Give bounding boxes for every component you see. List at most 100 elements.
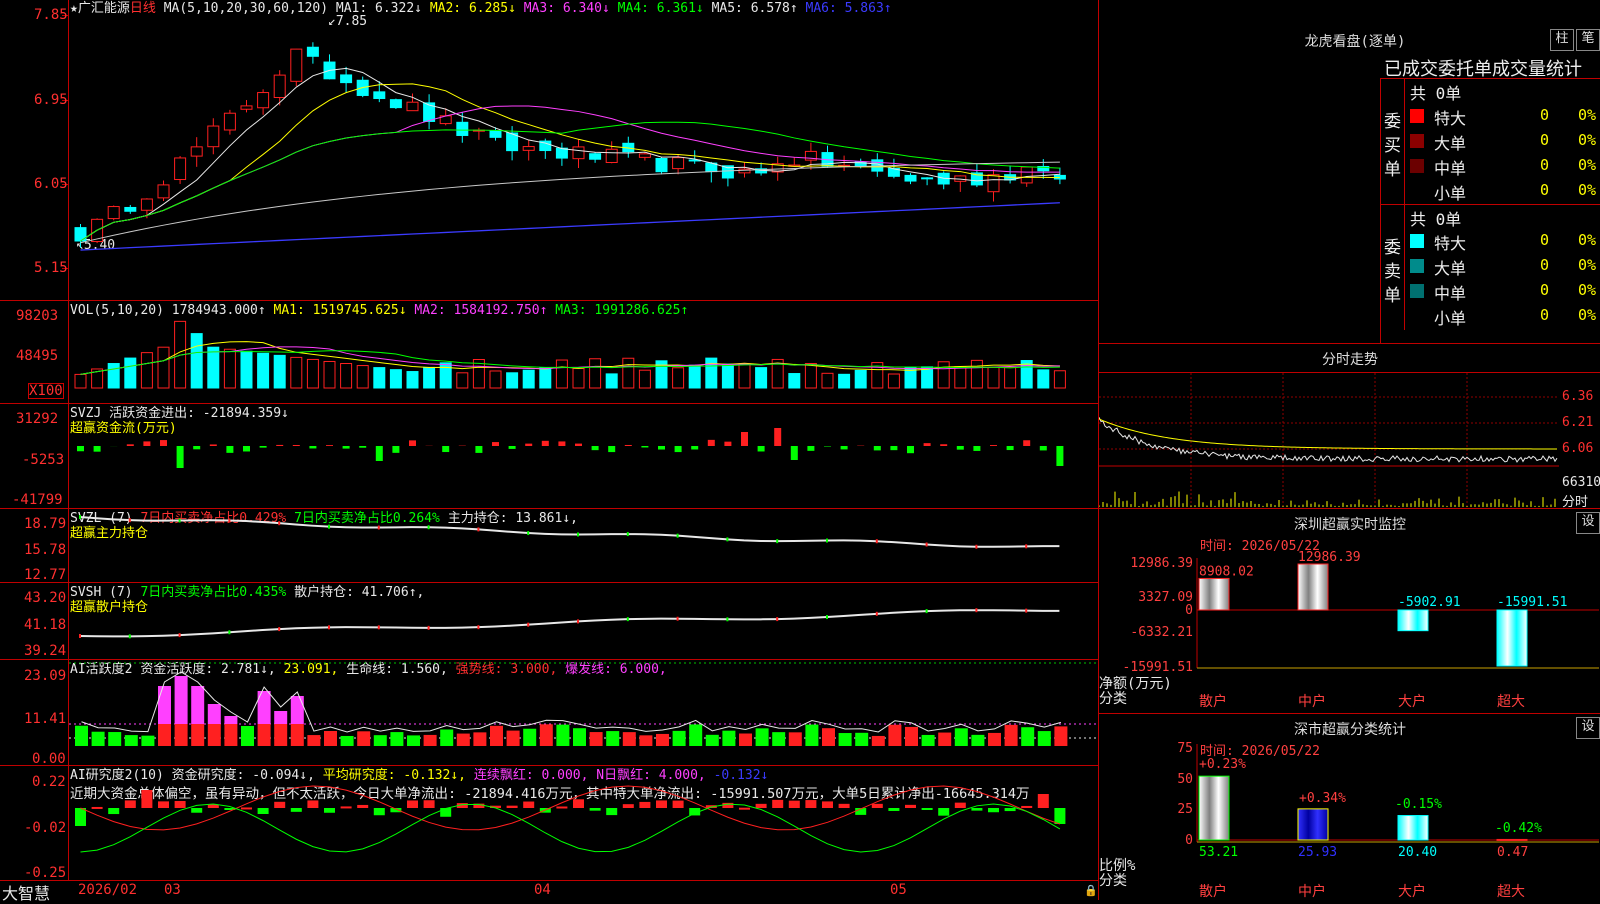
bar-axis-label: -6332.21 — [1130, 625, 1193, 640]
volume-bar — [822, 373, 833, 388]
bar-axis-label: 0 — [1185, 833, 1193, 848]
research-bar — [971, 808, 982, 811]
activity-bar — [540, 724, 553, 746]
ma6-value: MA6: 5.863↑ — [806, 1, 892, 16]
volume-bar — [673, 368, 684, 388]
svzj-axis-top: 31292 — [16, 411, 58, 427]
buy-color-big — [1410, 134, 1424, 148]
flow-bar — [708, 440, 715, 446]
activity-bar — [241, 726, 254, 746]
research-bar — [175, 801, 186, 808]
sell-count-big: 0 — [1540, 256, 1549, 274]
activity-bar — [1021, 727, 1034, 746]
flow-bar — [558, 441, 565, 446]
intraday-chart[interactable] — [1099, 373, 1559, 508]
buy-label-big: 大单 — [1434, 130, 1466, 154]
capital-flow-chart[interactable] — [69, 404, 1098, 508]
bar-axis-label: 50 — [1177, 772, 1193, 787]
sell-label-small: 小单 — [1434, 305, 1466, 329]
candle-body — [241, 106, 252, 109]
candle-body — [307, 47, 318, 56]
period-label[interactable]: 日线 — [130, 1, 156, 16]
activity-bar — [955, 728, 968, 746]
svzl-axis-bottom: 12.77 — [24, 567, 66, 583]
activity-bar — [789, 732, 802, 746]
buy-pct-small: 0% — [1578, 181, 1596, 199]
category-label: 中户 — [1298, 883, 1326, 900]
research-bar — [341, 806, 352, 808]
sell-color-mid — [1410, 284, 1424, 298]
flow-bar — [990, 445, 997, 446]
candle-body — [905, 175, 916, 181]
candle-body — [390, 100, 401, 108]
volume-bar — [971, 360, 982, 388]
activity-bar — [75, 726, 88, 746]
main-force-line — [80, 517, 1059, 547]
activity-chart[interactable] — [69, 660, 1098, 765]
candle-body — [191, 147, 202, 156]
vol-axis-top: 98203 — [16, 308, 58, 324]
volume-bar — [258, 353, 269, 388]
sz-monitor-chart[interactable]: 12986.393327.090-6332.21-15991.518908.02… — [1099, 510, 1600, 713]
svsh-axis-top: 43.20 — [24, 590, 66, 606]
buy-total: 共 0单 — [1410, 80, 1461, 104]
volume-bar — [374, 368, 385, 388]
activity-bar — [805, 725, 818, 746]
research-bar — [141, 790, 152, 808]
activity-bar — [656, 734, 669, 746]
candle-body — [125, 207, 136, 211]
research-chart[interactable] — [69, 766, 1098, 880]
activity-bar-top — [274, 711, 287, 724]
volume-bar — [623, 358, 634, 388]
candle-body — [590, 154, 601, 160]
flow-bar — [127, 444, 134, 446]
category-bar — [1298, 809, 1328, 840]
activity-bar — [324, 731, 337, 746]
candle — [573, 139, 584, 168]
research-bar — [523, 802, 534, 808]
flow-bar — [575, 444, 582, 446]
activity-bar — [374, 735, 387, 746]
vol-ma2: MA2: 1584192.750↑ — [414, 303, 547, 318]
activity-bar — [872, 736, 885, 746]
stock-name: 广汇能源 — [78, 1, 130, 16]
candle — [1005, 165, 1016, 183]
category-label: 散户 — [1199, 693, 1227, 710]
vol-header: VOL(5,10,20) 1784943.000↑ MA1: 1519745.6… — [70, 303, 688, 319]
bar-mode-button[interactable]: 柱 — [1550, 29, 1574, 51]
candle — [556, 143, 567, 166]
sell-side-label: 委卖单 — [1384, 236, 1404, 308]
sz-classify-chart[interactable]: 755025053.21散户25.93中户20.40大户0.47超大比例%分类+… — [1099, 714, 1600, 900]
flow-bar — [592, 446, 599, 450]
activity-bar-top — [191, 686, 204, 724]
lock-icon[interactable]: 🔒 — [1084, 884, 1098, 897]
activity-bar — [922, 735, 935, 746]
activity-bar — [689, 724, 702, 746]
date-label-apr: 04 — [534, 882, 551, 898]
candle — [208, 118, 219, 154]
buy-color-mid — [1410, 159, 1424, 173]
main-force-holding-chart[interactable] — [69, 509, 1098, 582]
volume-bar — [191, 334, 202, 388]
retail-holding-chart[interactable] — [69, 583, 1098, 659]
pct-change-label: -0.42% — [1495, 821, 1542, 836]
candle — [307, 42, 318, 63]
activity-bar — [722, 731, 735, 746]
candle — [722, 165, 733, 186]
svzl-axis-top: 18.79 — [24, 516, 66, 532]
candle-body — [457, 122, 468, 135]
intraday-title[interactable]: 分时走势 — [1290, 349, 1410, 369]
app-logo[interactable]: 大智慧 — [2, 880, 50, 904]
volume-chart[interactable] — [69, 318, 1098, 403]
category-label: 超大 — [1497, 884, 1525, 900]
activity-bar — [357, 731, 370, 746]
candlestick-chart[interactable] — [69, 18, 1098, 300]
tick-mode-button[interactable]: 笔 — [1576, 29, 1600, 51]
activity-bar-top — [208, 704, 221, 724]
bar-xlabel: 分类 — [1099, 691, 1127, 707]
category-bar — [1298, 564, 1328, 610]
activity-bar — [158, 724, 171, 746]
volume-bar — [390, 370, 401, 388]
sell-color-big — [1410, 259, 1424, 273]
candle — [540, 139, 551, 159]
